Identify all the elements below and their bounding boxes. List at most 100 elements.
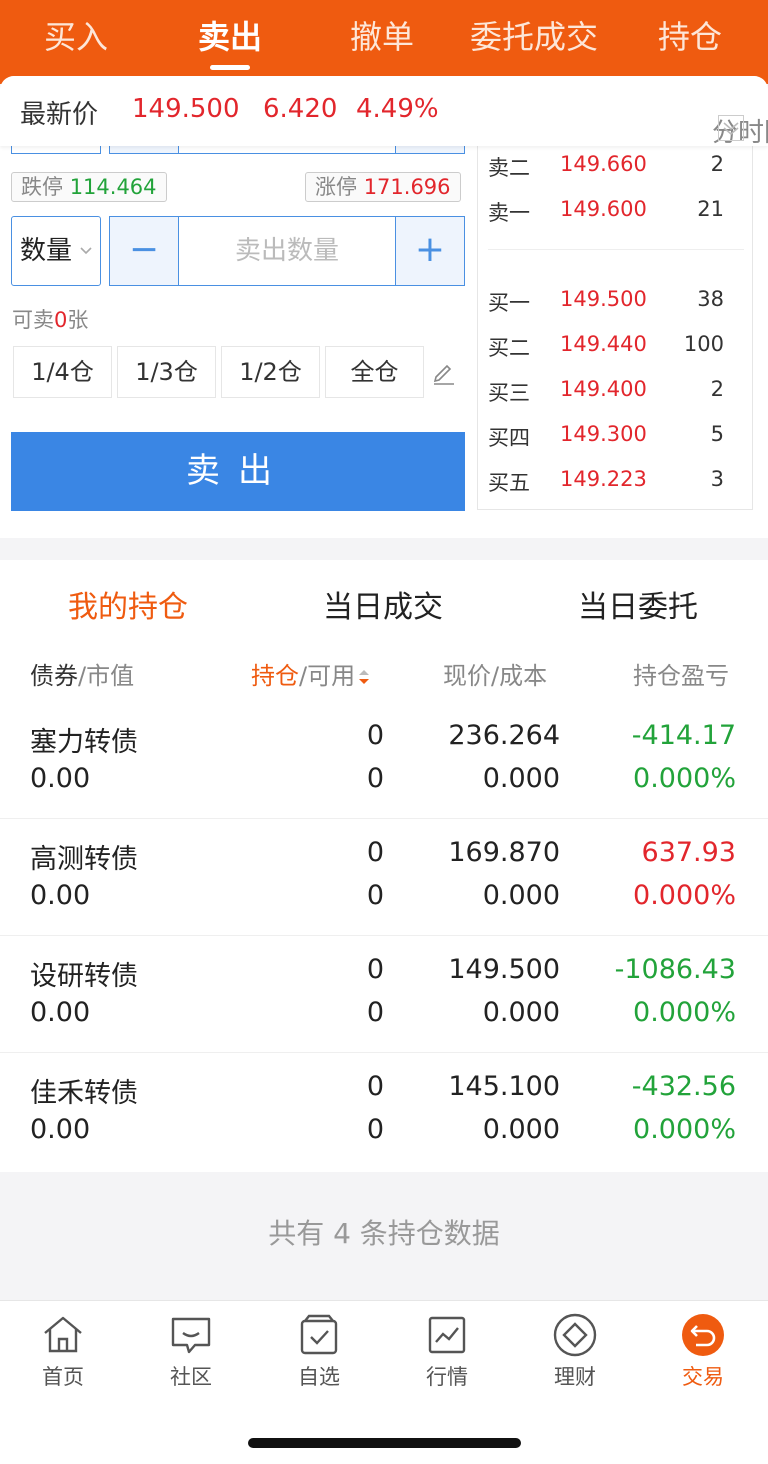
available-qty: 0 [366, 763, 384, 794]
market-chart-icon [428, 1316, 466, 1354]
position-pnl: -414.17 [631, 720, 736, 751]
bid-label: 买五 [488, 471, 530, 495]
position-pnl-pct: 0.000% [633, 880, 736, 911]
position-pnl: -432.56 [631, 1071, 736, 1102]
bid-row-1[interactable]: 买一 149.500 38 [478, 281, 754, 326]
nav-community[interactable]: 社区 [141, 1311, 241, 1391]
bid-price: 149.440 [560, 332, 647, 356]
tab-today-orders[interactable]: 当日委托 [578, 582, 698, 626]
chevron-down-icon [718, 114, 744, 141]
bid-volume: 3 [710, 467, 724, 491]
market-value: 0.00 [30, 997, 91, 1028]
limit-down-price[interactable]: 跌停 114.464 [11, 172, 167, 202]
quantity-minus-button[interactable]: − [109, 216, 179, 286]
table-row[interactable]: 塞力转债 0.00 0 0 236.264 0.000 -414.17 0.00… [0, 702, 768, 819]
position-qty: 0 [366, 954, 384, 985]
bond-name: 塞力转债 [30, 727, 138, 758]
bid-label: 买一 [488, 291, 530, 315]
position-pnl-pct: 0.000% [633, 763, 736, 794]
bid-label: 买四 [488, 426, 530, 450]
edit-pencil-icon[interactable] [430, 358, 458, 386]
bid-row-4[interactable]: 买四 149.300 5 [478, 416, 754, 461]
column-position-available[interactable]: 持仓/可用 [251, 656, 371, 691]
positions-count-note: 共有 4 条持仓数据 [268, 1217, 500, 1250]
price-change-pct: 4.49% [356, 94, 439, 124]
quantity-plus-button[interactable]: + [395, 216, 465, 286]
bid-row-2[interactable]: 买二 149.440 100 [478, 326, 754, 371]
ask-label: 卖二 [488, 156, 530, 180]
bid-row-3[interactable]: 买三 149.400 2 [478, 371, 754, 416]
ask-row-1[interactable]: 卖一 149.600 21 [478, 191, 754, 236]
latest-price: 149.500 [132, 94, 240, 124]
current-price: 145.100 [448, 1071, 560, 1102]
sellable-quantity: 可卖0张 [12, 304, 88, 334]
table-row[interactable]: 高测转债 0.00 0 0 169.870 0.000 637.93 0.000… [0, 819, 768, 936]
bid-label: 买二 [488, 336, 530, 360]
column-position: 持仓 [251, 662, 299, 690]
column-bond-market-value[interactable]: 债券/市值 [30, 656, 134, 691]
nav-home[interactable]: 首页 [13, 1311, 113, 1391]
limit-up-label: 涨停 [315, 175, 357, 199]
tab-positions[interactable]: 持仓 [658, 12, 722, 58]
limit-down-label: 跌停 [21, 175, 63, 199]
column-available: 可用 [307, 662, 356, 690]
bid-row-5[interactable]: 买五 149.223 3 [478, 461, 754, 506]
bid-price: 149.223 [560, 467, 647, 491]
trade-icon [682, 1314, 724, 1356]
table-row[interactable]: 佳禾转债 0.00 0 0 145.100 0.000 -432.56 0.00… [0, 1053, 768, 1170]
ratio-button-quarter[interactable]: 1/4仓 [13, 346, 112, 398]
cost-price: 0.000 [482, 997, 560, 1028]
cost-price: 0.000 [482, 763, 560, 794]
bid-volume: 38 [697, 287, 724, 311]
position-qty: 0 [366, 837, 384, 868]
position-qty: 0 [366, 720, 384, 751]
sellable-label: 可卖 [12, 308, 54, 332]
ask-price: 149.600 [560, 197, 647, 221]
price-change: 6.420 [263, 94, 338, 124]
nav-market[interactable]: 行情 [397, 1311, 497, 1391]
ratio-button-third[interactable]: 1/3仓 [117, 346, 216, 398]
position-pnl: -1086.43 [614, 954, 736, 985]
column-market-value: 市值 [86, 662, 135, 690]
active-tab-indicator [210, 65, 250, 70]
tab-today-trades[interactable]: 当日成交 [323, 582, 443, 626]
ask-volume: 2 [710, 152, 724, 176]
tab-sell[interactable]: 卖出 [198, 12, 262, 58]
tab-cancel-order[interactable]: 撤单 [350, 12, 414, 58]
order-book: 卖二 149.660 2 卖一 149.600 21 买一 149.500 38… [477, 146, 753, 510]
nav-wealth[interactable]: 理财 [525, 1311, 625, 1391]
diamond-icon [553, 1313, 597, 1357]
bid-volume: 2 [710, 377, 724, 401]
nav-trade-label: 交易 [682, 1365, 724, 1389]
tab-orders-trades[interactable]: 委托成交 [470, 12, 598, 58]
current-price: 149.500 [448, 954, 560, 985]
market-value: 0.00 [30, 763, 91, 794]
table-row[interactable]: 设研转债 0.00 0 0 149.500 0.000 -1086.43 0.0… [0, 936, 768, 1053]
bond-name: 佳禾转债 [30, 1078, 138, 1109]
ratio-button-half[interactable]: 1/2仓 [221, 346, 320, 398]
limit-up-price[interactable]: 涨停 171.696 [305, 172, 461, 202]
quantity-type-select[interactable]: 数量 [11, 216, 101, 286]
holdings-section: 我的持仓 当日成交 当日委托 债券/市值 持仓/可用 现价/成本 持仓盈亏 塞力… [0, 560, 768, 1172]
tab-my-positions[interactable]: 我的持仓 [68, 582, 188, 626]
ratio-button-full[interactable]: 全仓 [325, 346, 424, 398]
column-separator: / [491, 662, 500, 690]
bid-volume: 100 [683, 332, 724, 356]
timeshare-chart-toggle[interactable]: 分时图 [712, 94, 768, 148]
nav-trade[interactable]: 交易 [653, 1311, 753, 1391]
sellable-unit: 张 [67, 308, 89, 332]
bid-price: 149.300 [560, 422, 647, 446]
column-price-cost[interactable]: 现价/成本 [443, 656, 547, 691]
nav-market-label: 行情 [426, 1365, 468, 1389]
position-pnl: 637.93 [641, 837, 736, 868]
available-qty: 0 [366, 1114, 384, 1145]
position-pnl-pct: 0.000% [633, 1114, 736, 1145]
tab-buy[interactable]: 买入 [44, 12, 108, 58]
position-qty: 0 [366, 1071, 384, 1102]
cost-price: 0.000 [482, 1114, 560, 1145]
ask-row-2[interactable]: 卖二 149.660 2 [478, 146, 754, 191]
column-position-pnl[interactable]: 持仓盈亏 [633, 656, 736, 691]
sell-button[interactable]: 卖出 [11, 432, 465, 511]
nav-watchlist[interactable]: 自选 [269, 1311, 369, 1391]
sell-quantity-input[interactable]: 卖出数量 [179, 216, 395, 286]
